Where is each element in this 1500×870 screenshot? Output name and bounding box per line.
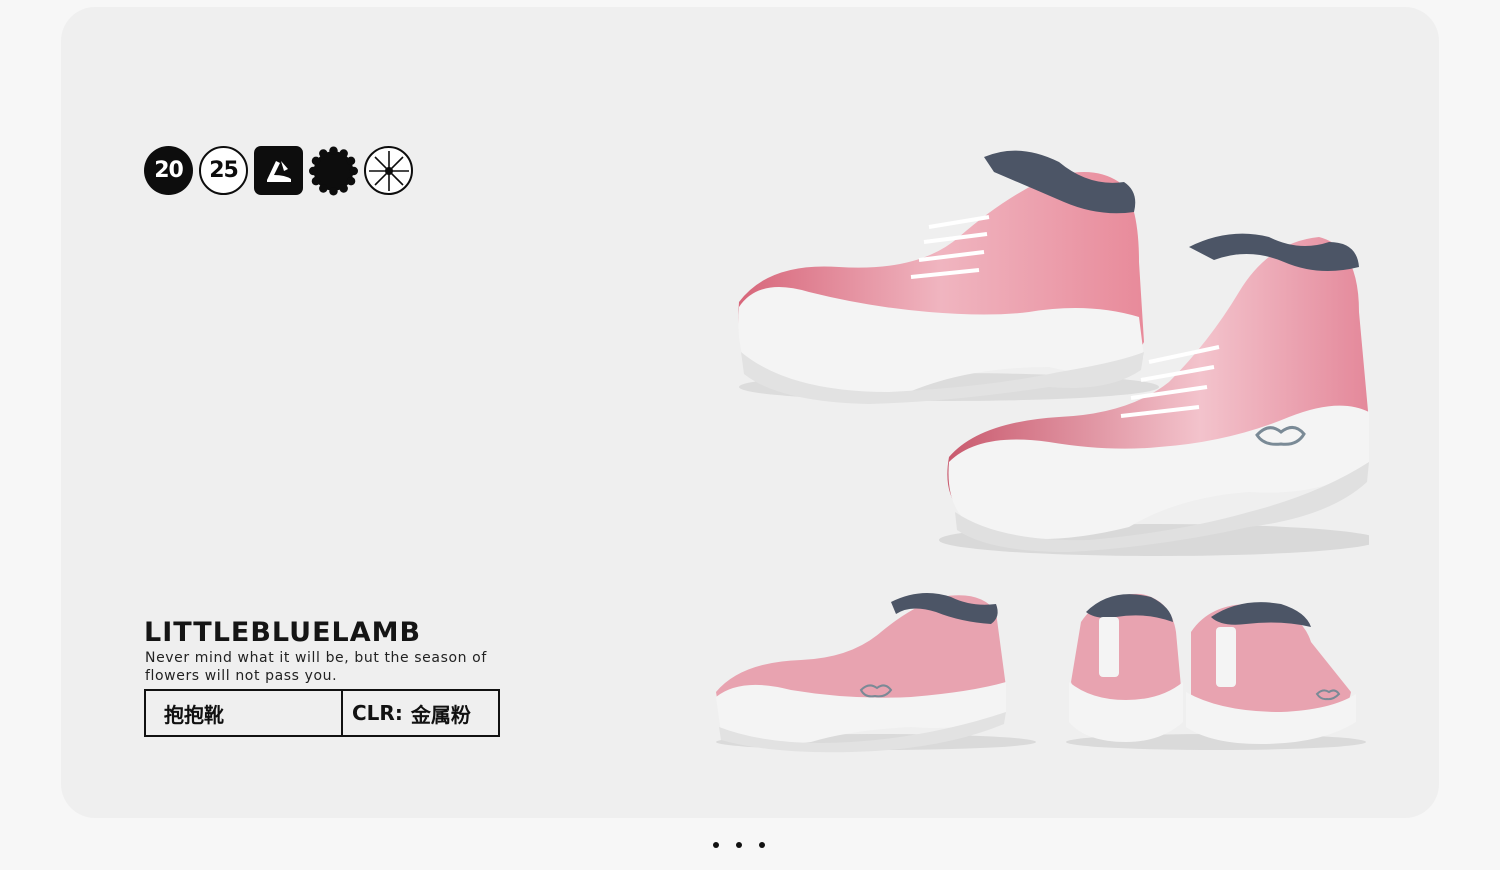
badge-row: 20 25 bbox=[144, 146, 413, 195]
starburst-icon bbox=[364, 146, 413, 195]
product-banner: 20 25 LITTLEBLUELAMB Never mind what it … bbox=[61, 7, 1439, 818]
color-label: CLR: bbox=[352, 701, 403, 725]
carousel-dot-2[interactable] bbox=[736, 842, 742, 848]
brand-name: LITTLEBLUELAMB bbox=[144, 617, 422, 648]
product-name: 抱抱靴 bbox=[146, 691, 343, 735]
footprint-icon bbox=[254, 146, 303, 195]
carousel-dot-3[interactable] bbox=[759, 842, 765, 848]
carousel-pagination bbox=[713, 842, 765, 848]
year-badge-25: 25 bbox=[199, 146, 248, 195]
product-spec-box: 抱抱靴 CLR: 金属粉 bbox=[144, 689, 500, 737]
product-color: CLR: 金属粉 bbox=[343, 691, 498, 735]
main-shoe-pair-image bbox=[738, 150, 1369, 556]
carousel-dot-1[interactable] bbox=[713, 842, 719, 848]
tagline: Never mind what it will be, but the seas… bbox=[145, 650, 487, 684]
side-view-shoe-image bbox=[716, 593, 1036, 753]
back-view-shoes-image bbox=[1066, 593, 1366, 750]
year-badge-20: 20 bbox=[144, 146, 193, 195]
color-value: 金属粉 bbox=[410, 702, 471, 727]
scalloped-seal-icon bbox=[309, 146, 358, 195]
